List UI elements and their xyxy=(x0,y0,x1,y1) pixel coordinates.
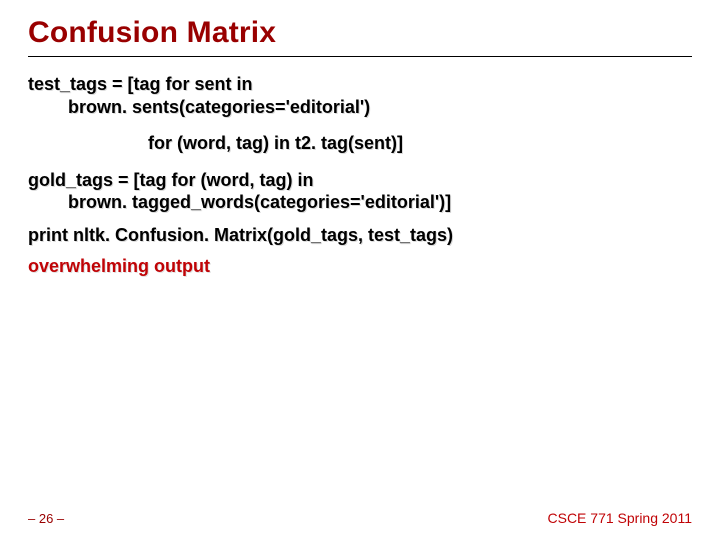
slide-title: Confusion Matrix xyxy=(28,16,692,57)
page-number: – 26 – xyxy=(28,511,64,526)
code-line-3a: gold_tags = [tag for (word, tag) in xyxy=(28,169,692,192)
code-line-1a: test_tags = [tag for sent in xyxy=(28,73,692,96)
code-line-4: print nltk. Confusion. Matrix(gold_tags,… xyxy=(28,224,692,247)
slide: Confusion Matrix test_tags = [tag for se… xyxy=(0,0,720,540)
code-line-1b: brown. sents(categories='editorial') xyxy=(28,96,692,119)
course-label: CSCE 771 Spring 2011 xyxy=(548,510,693,526)
slide-footer: – 26 – CSCE 771 Spring 2011 xyxy=(28,510,692,526)
code-line-2: for (word, tag) in t2. tag(sent)] xyxy=(28,132,692,155)
code-line-3b: brown. tagged_words(categories='editoria… xyxy=(28,191,692,214)
emphasis-line: overwhelming output xyxy=(28,256,692,277)
